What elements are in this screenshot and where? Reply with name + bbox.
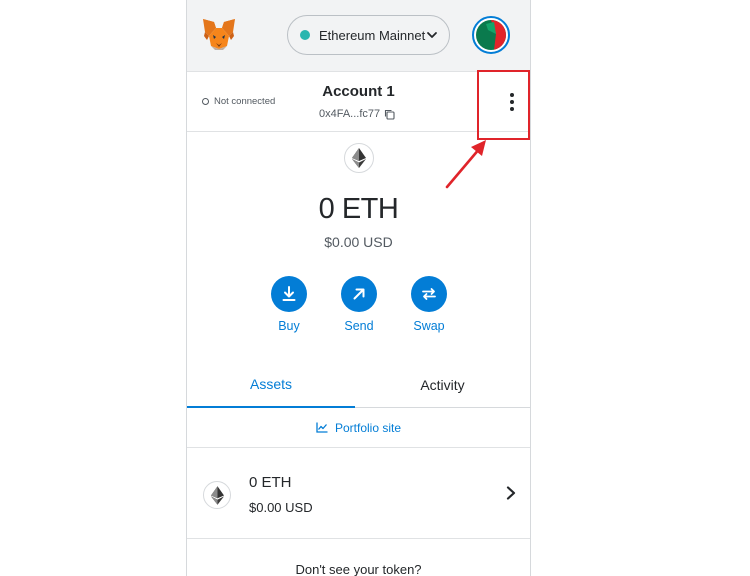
tab-assets[interactable]: Assets [187, 362, 355, 408]
swap-button[interactable]: Swap [399, 276, 459, 333]
annotation-arrow-icon [445, 140, 486, 189]
buy-button[interactable]: Buy [259, 276, 319, 333]
portfolio-site-link[interactable]: Portfolio site [187, 408, 530, 448]
account-avatar[interactable] [472, 16, 510, 54]
ethereum-icon [203, 481, 231, 509]
asset-usd-value: $0.00 USD [249, 500, 313, 515]
asset-amount: 0 ETH [249, 474, 292, 491]
balance-usd: $0.00 USD [324, 234, 393, 250]
account-address[interactable]: 0x4FA...fc77 [319, 108, 395, 120]
chart-line-icon [316, 422, 328, 433]
tab-activity[interactable]: Activity [355, 362, 530, 408]
arrow-up-right-icon [341, 276, 377, 312]
metamask-fox-icon[interactable] [201, 16, 237, 52]
network-selector[interactable]: Ethereum Mainnet [287, 15, 450, 55]
network-label: Ethereum Mainnet [319, 27, 426, 43]
annotation-highlight-box [477, 70, 530, 140]
send-button[interactable]: Send [329, 276, 389, 333]
asset-list-item[interactable]: 0 ETH $0.00 USD [187, 449, 530, 539]
header-bar: Ethereum Mainnet [187, 0, 530, 72]
portfolio-site-label: Portfolio site [334, 420, 402, 435]
ethereum-icon [344, 143, 374, 173]
dont-see-token-prompt: Don't see your token? [295, 562, 422, 576]
account-address-text: 0x4FA...fc77 [319, 108, 381, 120]
download-icon [271, 276, 307, 312]
copy-icon[interactable] [384, 109, 395, 120]
swap-label: Swap [413, 319, 445, 333]
buy-label: Buy [278, 319, 300, 333]
tab-bar: Assets Activity [187, 362, 530, 408]
network-status-dot [300, 30, 310, 40]
chevron-right-icon [506, 486, 516, 500]
swap-icon [411, 276, 447, 312]
send-label: Send [344, 319, 374, 333]
identicon [476, 20, 506, 50]
balance-amount: 0 ETH [318, 193, 399, 225]
chevron-down-icon [427, 32, 437, 38]
